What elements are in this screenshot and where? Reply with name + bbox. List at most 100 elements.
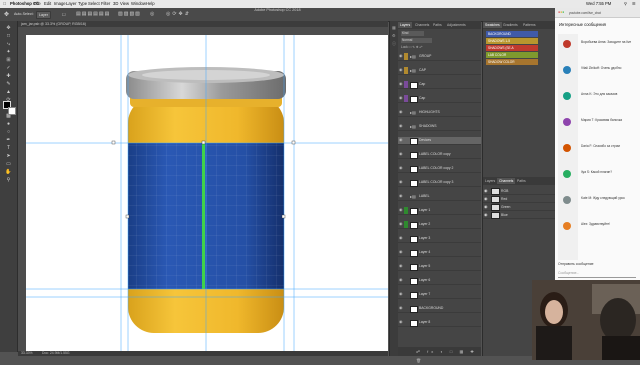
layer-row[interactable]: ◉ Layer 1	[398, 207, 481, 215]
layer-row[interactable]: ◉ Cap	[398, 81, 481, 89]
tab-paths-2[interactable]: Paths	[515, 178, 528, 184]
path-selection-tool-icon[interactable]: ➤	[4, 153, 13, 159]
tab-paths[interactable]: Paths	[431, 22, 444, 28]
layer-row[interactable]: ◉ Layer 6	[398, 277, 481, 285]
tab-patterns[interactable]: Patterns	[521, 22, 538, 28]
tab-swatches[interactable]: Swatches	[483, 22, 502, 28]
layer-row[interactable]: ◉ LABEL COLOR copy 2	[398, 165, 481, 173]
visibility-eye-icon[interactable]: ◉	[399, 180, 403, 184]
properties-icon[interactable]: ⚙	[392, 33, 396, 38]
healing-brush-tool-icon[interactable]: ✚	[4, 73, 13, 79]
visibility-eye-icon[interactable]: ◉	[399, 124, 403, 128]
channel-row[interactable]: ◉ Green	[483, 203, 556, 211]
chat-input[interactable]: Сообщение...	[558, 270, 636, 278]
channel-row[interactable]: ◉ Blue	[483, 211, 556, 219]
layer-actions-bar[interactable]: ☍ fx ◐ □ ▦ ✚ 🗑	[398, 347, 481, 363]
layer-row[interactable]: ◉ ▸▤ SHADOWS	[398, 123, 481, 131]
browser-dots-icon[interactable]: ●●●	[558, 10, 564, 14]
menu-help[interactable]: Help	[146, 1, 155, 6]
marquee-tool-icon[interactable]: □	[4, 33, 13, 39]
visibility-eye-icon[interactable]: ◉	[399, 166, 403, 170]
swatch-item[interactable]: BACKGROUND	[486, 31, 538, 37]
apple-icon[interactable]: 	[3, 1, 6, 6]
move-tool-icon[interactable]: ✥	[4, 11, 9, 18]
menu-filter[interactable]: Filter	[101, 1, 110, 6]
history-icon[interactable]: ▦	[392, 25, 396, 30]
layer-row[interactable]: ◉ Cap	[398, 95, 481, 103]
channel-row[interactable]: ◉ RGB	[483, 187, 556, 195]
tab-channels[interactable]: Channels	[413, 22, 431, 28]
visibility-eye-icon[interactable]: ◉	[399, 54, 403, 58]
tab-adjustments[interactable]: Adjustments	[445, 22, 468, 28]
layer-row[interactable]: ◉ ▸▤ LABEL	[398, 193, 481, 201]
menu-file[interactable]: File	[34, 1, 41, 6]
swatch-item[interactable]: LAB COLOR	[486, 52, 538, 58]
layer-row[interactable]: ◉ ▸▤ GROUP	[398, 53, 481, 61]
magic-wand-tool-icon[interactable]: ✦	[4, 49, 13, 55]
layer-select-dropdown[interactable]: Layer	[36, 11, 51, 19]
layer-row[interactable]: ◉ BACKGROUND	[398, 305, 481, 313]
folder-icon[interactable]: ▸▤	[410, 110, 416, 115]
move-tool-icon[interactable]: ✥	[4, 25, 13, 31]
layer-filter-dropdown[interactable]: Kind	[401, 31, 424, 36]
visibility-eye-icon[interactable]: ◉	[399, 250, 403, 254]
document-canvas[interactable]	[26, 35, 388, 351]
layer-row[interactable]: ◉ ▸▤ HIGHLIGHTS	[398, 109, 481, 117]
visibility-eye-icon[interactable]: ◉	[484, 204, 488, 209]
clone-stamp-tool-icon[interactable]: ▲	[4, 89, 13, 95]
menu-window[interactable]: Window	[131, 1, 146, 6]
3d-tools-icons[interactable]: ◎⟳✥⇵	[166, 11, 191, 17]
visibility-eye-icon[interactable]: ◉	[399, 320, 403, 324]
layer-row[interactable]: ◉ Layer 7	[398, 291, 481, 299]
tab-channels-2[interactable]: Channels	[497, 178, 516, 184]
tab-gradients[interactable]: Gradients	[501, 22, 520, 28]
lock-icons[interactable]: Lock: □ ✎ ✥ ☍	[401, 45, 441, 49]
tab-layers-2[interactable]: Layers	[483, 178, 497, 184]
visibility-eye-icon[interactable]: ◉	[399, 292, 403, 296]
crop-tool-icon[interactable]: ⊞	[4, 57, 13, 63]
menu-select[interactable]: Select	[88, 1, 100, 6]
3d-mode-icon[interactable]: ◎	[150, 11, 154, 17]
auto-select-checkbox-label[interactable]: Auto-Select:	[14, 12, 34, 16]
visibility-eye-icon[interactable]: ◉	[399, 152, 403, 156]
pen-tool-icon[interactable]: ✒	[4, 137, 13, 143]
visibility-eye-icon[interactable]: ◉	[399, 306, 403, 310]
brush-tool-icon[interactable]: ✎	[4, 81, 13, 87]
zoom-level[interactable]: 33.33%	[21, 351, 33, 355]
visibility-eye-icon[interactable]: ◉	[484, 188, 488, 193]
folder-icon[interactable]: ▸▤	[410, 124, 416, 129]
visibility-eye-icon[interactable]: ◉	[399, 138, 403, 142]
lasso-tool-icon[interactable]: ⤷	[4, 41, 13, 47]
visibility-eye-icon[interactable]: ◉	[399, 82, 403, 86]
eyedropper-tool-icon[interactable]: ✓	[4, 65, 13, 71]
channel-row[interactable]: ◉ Red	[483, 195, 556, 203]
visibility-eye-icon[interactable]: ◉	[399, 110, 403, 114]
browser-url[interactable]: youtube.com/live_chat	[569, 11, 601, 15]
menu-3d[interactable]: 3D	[113, 1, 118, 6]
folder-icon[interactable]: ▸▤	[410, 54, 416, 59]
visibility-eye-icon[interactable]: ◉	[484, 212, 488, 217]
folder-icon[interactable]: ▸▤	[410, 68, 416, 73]
hand-tool-icon[interactable]: ✋	[4, 169, 13, 175]
visibility-eye-icon[interactable]: ◉	[399, 264, 403, 268]
swatch-item[interactable]: SHADOWS (SE.A	[486, 45, 538, 51]
visibility-eye-icon[interactable]: ◉	[399, 68, 403, 72]
info-icon[interactable]: ⓘ	[392, 41, 396, 47]
layer-row[interactable]: ◉ LABEL COLOR copy 3	[398, 179, 481, 187]
folder-icon[interactable]: ▸▤	[410, 194, 416, 199]
layer-row[interactable]: ◉ Layer 5	[398, 263, 481, 271]
visibility-eye-icon[interactable]: ◉	[399, 278, 403, 282]
menu-view[interactable]: View	[120, 1, 129, 6]
layer-row[interactable]: ◉ Layer 2	[398, 221, 481, 229]
layer-row[interactable]: ◉ LABEL COLOR copy	[398, 151, 481, 159]
layer-row[interactable]: ◉ Layer 4	[398, 249, 481, 257]
swatch-item[interactable]: SHADOWS 1-5	[486, 38, 538, 44]
menu-image[interactable]: Image	[54, 1, 66, 6]
tab-layers[interactable]: Layers	[398, 22, 413, 28]
dodge-tool-icon[interactable]: ○	[4, 129, 13, 135]
transform-controls-checkbox[interactable]: ☐	[62, 12, 66, 17]
visibility-eye-icon[interactable]: ◉	[399, 208, 403, 212]
layer-row[interactable]: ◉ ▸▤ CAP	[398, 67, 481, 75]
swatch-item[interactable]: SHADOW COLOR	[486, 59, 538, 65]
visibility-eye-icon[interactable]: ◉	[399, 236, 403, 240]
